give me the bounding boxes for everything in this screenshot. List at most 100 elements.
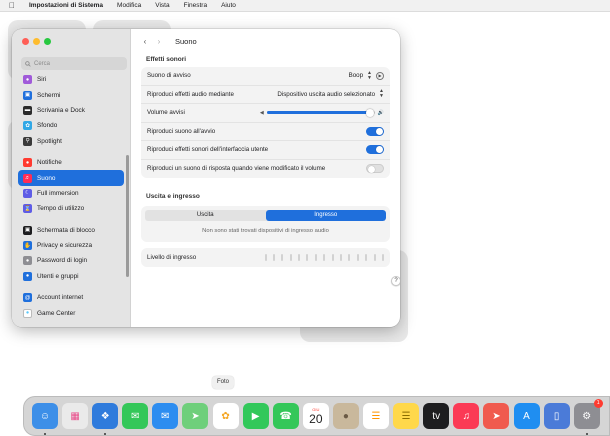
music-icon: ♫ <box>453 403 480 429</box>
facetime-icon: ▶ <box>242 403 269 429</box>
dock-item-finder[interactable]: ☺ <box>32 403 58 435</box>
alert-sound-row: Suono di avviso Boop ▲ ▼ ▶ <box>141 67 390 86</box>
sidebar-item-users[interactable]: ● Utenti e gruppi <box>18 269 124 284</box>
output-input-segmented: Uscita Ingresso <box>145 210 386 221</box>
dock-item-calendar[interactable]: GIU 20 <box>302 403 329 429</box>
popup-arrows-icon[interactable]: ▲ ▼ <box>367 70 372 81</box>
volume-feedback-label: Riproduci un suono di risposta quando vi… <box>147 165 326 173</box>
startup-sound-toggle[interactable] <box>366 126 384 136</box>
ui-effects-row: Riproduci effetti sonori dell'interfacci… <box>141 141 390 160</box>
dock-item-maps[interactable]: ➤ <box>182 403 209 429</box>
popup-arrows-icon[interactable]: ▲ ▼ <box>379 89 384 99</box>
play-effects-row: Riproduci effetti audio mediante Disposi… <box>141 86 390 104</box>
dock-item-system-settings[interactable]: ⚙ 1 <box>573 399 603 435</box>
dock-item-messages[interactable]: ✉ <box>122 403 149 429</box>
dock-item-tv[interactable]: tv <box>423 403 450 429</box>
menu-help[interactable]: Aiuto <box>221 2 236 9</box>
menu-window[interactable]: Finestra <box>184 2 207 9</box>
finder-icon: ☺ <box>32 403 58 429</box>
menu-view[interactable]: Vista <box>155 2 169 9</box>
menu-edit[interactable]: Modifica <box>117 2 141 9</box>
alert-volume-slider[interactable] <box>266 108 375 117</box>
dock-item-facetime[interactable]: ▶ <box>242 403 269 429</box>
level-bar <box>331 253 334 261</box>
level-bar <box>289 253 292 261</box>
dock-item-phone[interactable]: ☎ <box>272 403 299 429</box>
play-sound-button[interactable]: ▶ <box>376 71 384 80</box>
input-level-row: Livello di ingresso <box>141 248 390 267</box>
sidebar-item-spotlight[interactable]: ⚲ Spotlight <box>18 134 124 149</box>
sidebar-item-wallpaper[interactable]: ✿ Sfondo <box>18 118 124 133</box>
ui-effects-label: Riproduci effetti sonori dell'interfacci… <box>147 146 269 154</box>
sidebar-item-label: Utenti e gruppi <box>37 272 79 280</box>
sidebar-item-game-center[interactable]: ● Game Center <box>18 305 124 320</box>
menu-app-name[interactable]: Impostazioni di Sistema <box>29 2 103 9</box>
input-level-meter <box>264 253 384 261</box>
tab-output[interactable]: Uscita <box>145 210 266 221</box>
sidebar-item-label: Sfondo <box>37 122 58 130</box>
help-button[interactable]: ? <box>391 276 400 286</box>
dock-icon: ▬ <box>23 105 32 115</box>
slider-fill <box>266 111 371 115</box>
sidebar-scrollbar[interactable] <box>126 155 129 277</box>
tab-input[interactable]: Ingresso <box>265 210 386 221</box>
sidebar-item-privacy[interactable]: ✋ Privacy e sicurezza <box>18 238 124 253</box>
sidebar-item-lockscreen[interactable]: ▣ Schermata di blocco <box>18 223 124 238</box>
sidebar-item-display[interactable]: ▣ Schermi <box>18 87 124 102</box>
sidebar-item-siri[interactable]: ● Siri <box>18 72 124 87</box>
dock-item-launchpad[interactable]: ▦ <box>62 403 89 429</box>
notifications-icon: ● <box>23 158 32 168</box>
sidebar-item-internet-accounts[interactable]: @ Account internet <box>18 290 124 305</box>
dock-item-notes[interactable]: ☰ <box>393 403 420 429</box>
ui-effects-toggle[interactable] <box>366 145 384 155</box>
launchpad-icon: ▦ <box>62 403 89 429</box>
toolbar: ‹ › Suono <box>132 29 400 53</box>
startup-sound-row: Riproduci suono all'avvio <box>141 123 390 141</box>
sidebar-item-label: Account internet <box>37 294 84 302</box>
output-input-group: Uscita Ingresso Non sono stati trovati d… <box>141 206 390 242</box>
maps-icon: ➤ <box>182 403 209 429</box>
dock-item-rocket[interactable]: ➤ <box>483 403 510 429</box>
sidebar-item-notifications[interactable]: ● Notifiche <box>18 155 124 170</box>
volume-feedback-toggle[interactable] <box>366 164 384 174</box>
contacts-icon: ● <box>332 403 359 429</box>
volume-feedback-row: Riproduci un suono di risposta quando vi… <box>141 160 390 179</box>
notification-badge: 1 <box>593 399 603 408</box>
play-effects-popup[interactable]: Dispositivo uscita audio selezionato <box>277 91 375 98</box>
sidebar-item-focus[interactable]: ☾ Full immersion <box>18 186 124 201</box>
sidebar-item-sound[interactable]: ♬ Suono <box>18 170 124 186</box>
dock-item-app-store[interactable]: A <box>513 403 540 429</box>
sidebar-item-dock[interactable]: ▬ Scrivania e Dock <box>18 103 124 118</box>
dock-item-contacts[interactable]: ● <box>332 403 359 429</box>
input-level-label: Livello di ingresso <box>147 253 197 261</box>
sidebar-item-password[interactable]: ● Password di login <box>18 253 124 268</box>
close-button[interactable] <box>22 38 29 45</box>
chevron-right-icon: › <box>157 36 161 46</box>
dock-item-music[interactable]: ♫ <box>453 403 480 429</box>
zoom-button[interactable] <box>44 38 51 45</box>
apple-menu-icon[interactable]:  <box>9 0 15 12</box>
sidebar-item-label: Schermi <box>37 91 61 99</box>
rocket-icon: ➤ <box>483 403 510 429</box>
back-button[interactable]: ‹ <box>139 35 151 47</box>
level-bar <box>340 253 343 261</box>
alert-sound-popup[interactable]: Boop <box>349 72 363 79</box>
alert-volume-row: Volume avvisi ◀ 🔊 <box>141 104 390 123</box>
window-controls <box>22 38 51 45</box>
level-bar <box>348 253 351 261</box>
dock-item-safari[interactable]: ❖ <box>92 403 119 435</box>
dock-item-mail[interactable]: ✉ <box>152 403 179 429</box>
search-input[interactable]: Cerca <box>21 57 127 70</box>
dock-item-reminders[interactable]: ☰ <box>363 403 390 429</box>
dock-item-iphone-mirroring[interactable]: ▯ <box>543 403 570 429</box>
phone-icon: ☎ <box>272 403 299 429</box>
running-indicator <box>44 433 46 435</box>
app-store-icon: A <box>513 403 540 429</box>
minimize-button[interactable] <box>33 38 40 45</box>
dock-item-photos[interactable]: ✿ <box>212 403 239 429</box>
slider-knob[interactable] <box>366 108 375 117</box>
level-bar <box>281 253 284 261</box>
sidebar-item-screentime[interactable]: ⌛ Tempo di utilizzo <box>18 201 124 216</box>
level-bar <box>373 253 376 261</box>
forward-button[interactable]: › <box>153 35 165 47</box>
